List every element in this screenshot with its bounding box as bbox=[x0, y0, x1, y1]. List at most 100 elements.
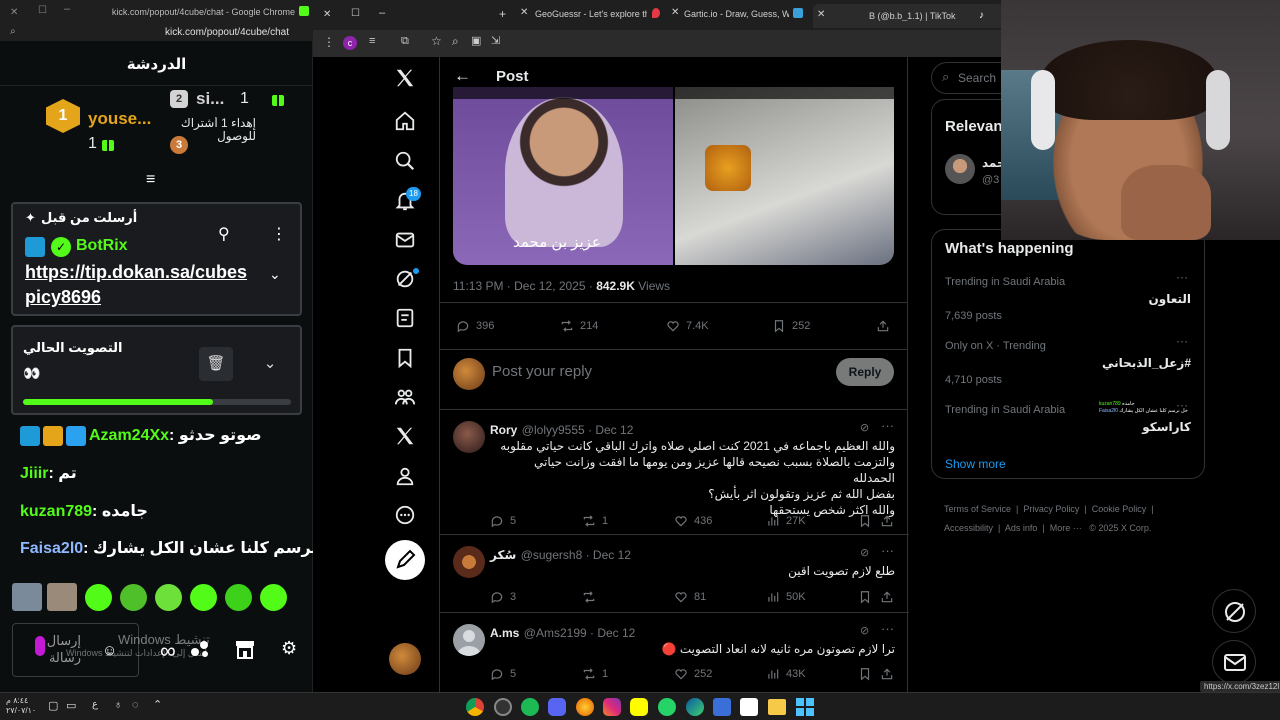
unpin-icon[interactable]: ⚲ bbox=[218, 224, 230, 244]
rank-2-name[interactable]: si... bbox=[196, 89, 224, 109]
grok-icon[interactable]: ⊘ bbox=[860, 546, 869, 559]
profile-avatar-icon[interactable]: c bbox=[343, 36, 357, 50]
share-icon[interactable] bbox=[876, 319, 890, 333]
discord-taskbar-icon[interactable] bbox=[548, 698, 566, 716]
more-options-icon[interactable]: ··· bbox=[1176, 334, 1188, 348]
firefox-taskbar-icon[interactable] bbox=[576, 698, 594, 716]
compose-post-button[interactable] bbox=[385, 540, 425, 580]
footer-link[interactable]: Ads info bbox=[1005, 523, 1038, 533]
maximize-icon[interactable]: ☐ bbox=[38, 5, 47, 16]
kick-urlbar[interactable]: ⌕ kick.com/popout/4cube/chat bbox=[0, 25, 313, 41]
chrome-taskbar-icon[interactable] bbox=[466, 698, 484, 716]
rank-1-name[interactable]: youse... bbox=[88, 109, 151, 129]
repost-stat[interactable]: 214 bbox=[560, 319, 598, 333]
x-logo-icon[interactable] bbox=[394, 67, 416, 89]
like-count[interactable]: 252 bbox=[674, 667, 712, 681]
emote-icon[interactable] bbox=[260, 584, 287, 611]
bookmarks-icon[interactable] bbox=[394, 347, 416, 369]
communities-icon[interactable] bbox=[394, 386, 416, 408]
bookmark-star-icon[interactable]: ☆ bbox=[431, 34, 442, 48]
reply-tweet[interactable]: A.ms @Ams2199 · Dec 12 ⊘ ··· ترا لازم تص… bbox=[440, 613, 909, 692]
views-count[interactable]: 43K bbox=[766, 667, 806, 681]
media-controls-icon[interactable]: ≡ bbox=[369, 35, 375, 47]
more-options-icon[interactable]: ⋮ bbox=[271, 224, 287, 244]
repost-count[interactable]: 1 bbox=[582, 514, 608, 528]
store-icon[interactable] bbox=[234, 639, 256, 659]
extensions-icon[interactable]: ⧉ bbox=[401, 35, 409, 48]
delete-poll-icon[interactable]: 🗑 bbox=[199, 347, 233, 381]
chat-message[interactable]: kuzan789: جامده bbox=[20, 501, 148, 521]
zoom-icon[interactable]: ⌕ bbox=[452, 34, 459, 49]
emote-icon[interactable] bbox=[155, 584, 182, 611]
more-options-icon[interactable]: ··· bbox=[881, 418, 894, 433]
relevant-avatar[interactable] bbox=[945, 154, 975, 184]
reply-author-name[interactable]: Rory bbox=[490, 423, 517, 437]
tab-tiktok[interactable]: ✕ B (@b.b_1.1) | TikTok ♪ bbox=[813, 4, 1003, 28]
maximize-icon[interactable]: ☐ bbox=[351, 8, 360, 19]
chat-message[interactable]: Jiiir: تم bbox=[20, 463, 77, 483]
trend-item[interactable]: Trending in Saudi Arabia ··· التعاون 7,6… bbox=[932, 270, 1204, 332]
bookmark-icon[interactable] bbox=[858, 667, 872, 681]
clock[interactable]: ٨:٤٤ م ٢٧/٠٧/١٠ bbox=[6, 696, 36, 716]
pinned-user[interactable]: BotRix bbox=[76, 237, 128, 255]
repost-count[interactable]: 1 bbox=[582, 667, 608, 681]
chat-username[interactable]: Azam24Xx bbox=[89, 427, 169, 444]
emote-icon[interactable] bbox=[85, 584, 112, 611]
home-icon[interactable] bbox=[394, 110, 416, 132]
messages-float-button[interactable] bbox=[1212, 640, 1256, 684]
bookmark-icon[interactable] bbox=[858, 590, 872, 604]
share-icon[interactable] bbox=[880, 667, 894, 681]
grok-icon[interactable]: ⊘ bbox=[860, 624, 869, 637]
chat-username[interactable]: kuzan789 bbox=[20, 503, 92, 520]
reply-avatar[interactable] bbox=[453, 421, 485, 453]
edge-taskbar-icon[interactable] bbox=[686, 698, 704, 716]
post-image-left[interactable]: عزيز بن محمد bbox=[453, 87, 673, 265]
close-icon[interactable]: ✕ bbox=[10, 7, 18, 18]
windows-start-icon[interactable] bbox=[796, 698, 814, 716]
grok-float-button[interactable] bbox=[1212, 589, 1256, 633]
footer-link[interactable]: Terms of Service bbox=[944, 504, 1011, 514]
bookmark-icon[interactable] bbox=[858, 514, 872, 528]
file-explorer-taskbar-icon[interactable] bbox=[768, 699, 786, 715]
emote-icon[interactable] bbox=[120, 584, 147, 611]
reply-count[interactable]: 3 bbox=[490, 590, 516, 604]
views-count[interactable]: 50K bbox=[766, 590, 806, 604]
chat-username[interactable]: Jiiir bbox=[20, 465, 48, 482]
grok-icon[interactable]: ⊘ bbox=[860, 421, 869, 434]
views-count[interactable]: 27K bbox=[766, 514, 806, 528]
explore-search-icon[interactable] bbox=[394, 150, 416, 172]
close-window-icon[interactable]: ✕ bbox=[323, 9, 331, 20]
chat-username[interactable]: Faisa2l0 bbox=[20, 540, 83, 557]
footer-link[interactable]: Accessibility bbox=[944, 523, 993, 533]
new-tab-icon[interactable]: + bbox=[499, 7, 506, 21]
display-icon[interactable]: ▭ bbox=[66, 699, 76, 712]
settings-gear-icon[interactable]: ⚙ bbox=[281, 638, 297, 659]
reply-stat[interactable]: 396 bbox=[456, 319, 494, 333]
footer-link[interactable]: More ··· bbox=[1050, 523, 1082, 533]
reply-avatar[interactable] bbox=[453, 546, 485, 578]
more-options-icon[interactable]: ··· bbox=[881, 621, 894, 636]
minimize-icon[interactable]: – bbox=[64, 3, 70, 15]
pinned-link[interactable]: https://tip.dokan.sa/cubespicy8696 bbox=[25, 260, 257, 310]
profile-icon[interactable] bbox=[394, 465, 416, 487]
reply-input[interactable]: Post your reply bbox=[492, 363, 592, 380]
minimize-icon[interactable]: – bbox=[379, 7, 385, 19]
share-icon[interactable] bbox=[880, 590, 894, 604]
obs-taskbar-icon[interactable] bbox=[494, 698, 512, 716]
bookmark-stat[interactable]: 252 bbox=[772, 319, 810, 333]
footer-link[interactable]: Privacy Policy bbox=[1023, 504, 1079, 514]
reply-count[interactable]: 5 bbox=[490, 514, 516, 528]
more-options-icon[interactable]: ··· bbox=[881, 543, 894, 558]
trend-item[interactable]: Only on X · Trending ··· #زعل_الذبحاني 4… bbox=[932, 334, 1204, 396]
show-more-link[interactable]: Show more bbox=[945, 457, 1006, 471]
reply-tweet[interactable]: سُكر @sugersh8 · Dec 12 ⊘ ··· طلع لازم ت… bbox=[440, 535, 909, 613]
reply-count[interactable]: 5 bbox=[490, 667, 516, 681]
emote-icon[interactable] bbox=[190, 584, 217, 611]
post-image-right[interactable] bbox=[675, 87, 894, 265]
close-tab-icon[interactable]: ✕ bbox=[671, 7, 679, 18]
expand-chevron-icon[interactable]: ⌄ bbox=[269, 266, 281, 283]
repost-count[interactable] bbox=[582, 590, 602, 604]
like-count[interactable]: 81 bbox=[674, 590, 706, 604]
reply-author-name[interactable]: سُكر bbox=[490, 548, 516, 562]
menu-dots-icon[interactable]: ⋮ bbox=[323, 35, 335, 49]
